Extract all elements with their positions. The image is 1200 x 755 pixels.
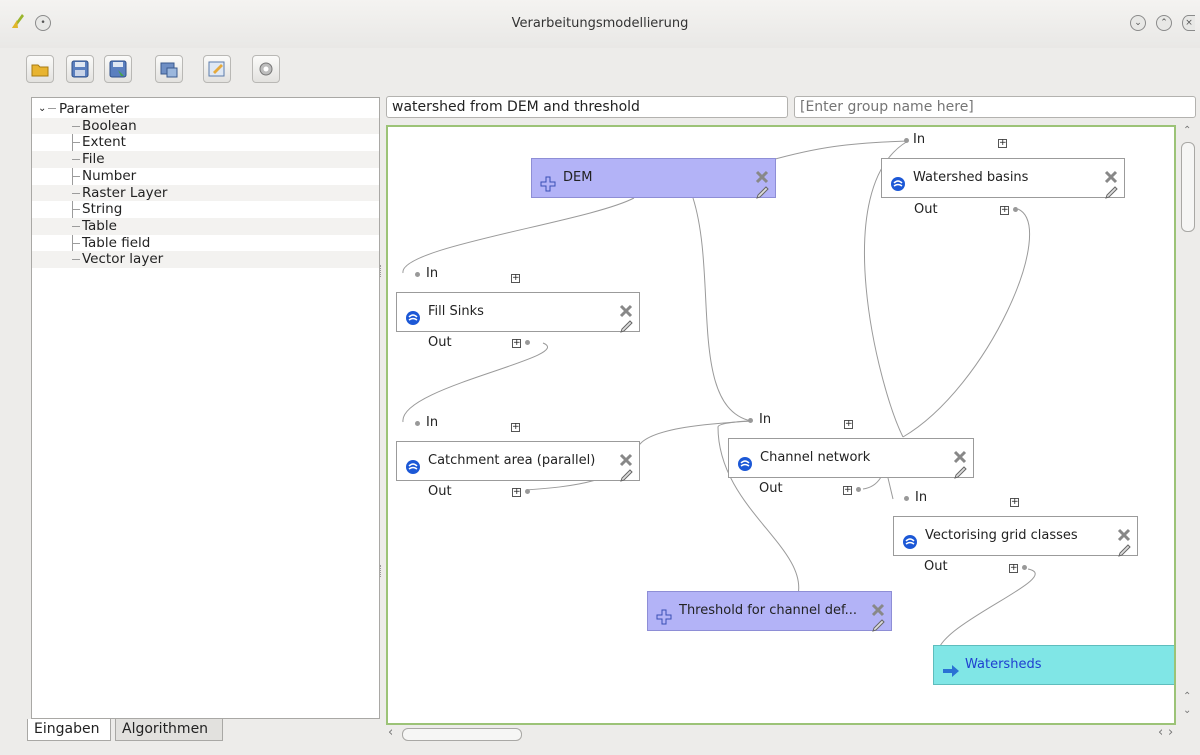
- tree-root-parameter[interactable]: ⌄ Parameter: [32, 101, 379, 118]
- arrow-right-icon: [942, 657, 960, 695]
- edit-help-icon: [208, 61, 225, 77]
- port-out-watershed-basins: Out: [914, 202, 938, 217]
- splitter-handle-lower[interactable]: [380, 565, 383, 577]
- scroll-up-icon[interactable]: ⌃: [1183, 125, 1191, 136]
- port-out-fill-sinks: Out: [428, 335, 452, 350]
- maximize-button[interactable]: ⌃: [1156, 15, 1172, 31]
- parameter-plus-icon: [540, 170, 556, 208]
- expand-out-icon[interactable]: +: [1000, 206, 1009, 215]
- tree-item-table[interactable]: Table: [32, 217, 379, 235]
- vertical-scroll-thumb[interactable]: [1181, 142, 1195, 232]
- saga-icon: [405, 304, 421, 342]
- edit-node-icon[interactable]: [755, 178, 769, 216]
- edit-node-icon[interactable]: [1117, 536, 1131, 574]
- group-name-input[interactable]: [794, 96, 1196, 118]
- parameter-plus-icon: [656, 603, 672, 641]
- edit-node-icon[interactable]: [871, 611, 885, 649]
- export-image-icon: [160, 62, 178, 78]
- port-out-vectorising: Out: [924, 559, 948, 574]
- port-in-watershed-basins: In: [913, 132, 926, 147]
- saga-icon: [890, 170, 906, 208]
- scroll-right-icon[interactable]: ›: [1168, 725, 1173, 740]
- tree-item-vector-layer[interactable]: Vector layer: [32, 251, 379, 268]
- node-dem[interactable]: DEM: [531, 158, 776, 199]
- node-catchment-area[interactable]: Catchment area (parallel): [396, 441, 640, 482]
- expand-in-icon[interactable]: +: [1010, 498, 1019, 507]
- run-model-button[interactable]: [252, 55, 280, 83]
- parameter-tree: ⌄ Parameter Boolean Extent File Number R…: [31, 97, 380, 719]
- scroll-up-icon[interactable]: ⌃: [1183, 691, 1191, 702]
- connection-lines: [402, 140, 1036, 658]
- save-as-icon: [109, 60, 127, 78]
- model-canvas[interactable]: DEM In + Watershed basins Out + In + Fil…: [386, 125, 1176, 725]
- close-button[interactable]: ×: [1182, 15, 1195, 31]
- tree-item-table-field[interactable]: Table field: [32, 235, 379, 252]
- tree-item-raster-layer[interactable]: Raster Layer: [32, 184, 379, 202]
- export-image-button[interactable]: [155, 55, 183, 83]
- title-bar: • Verarbeitungsmodellierung ⌄ ⌃ ×: [0, 0, 1200, 48]
- expand-out-icon[interactable]: +: [1009, 564, 1018, 573]
- port-out-catchment-area: Out: [428, 484, 452, 499]
- horizontal-scrollbar[interactable]: ‹ ‹ ›: [386, 725, 1176, 742]
- tree-item-file[interactable]: File: [32, 151, 379, 168]
- expand-in-icon[interactable]: +: [511, 274, 520, 283]
- edit-node-icon[interactable]: [619, 461, 633, 499]
- run-icon: [259, 62, 273, 76]
- port-out-channel-network: Out: [759, 481, 783, 496]
- vertical-scrollbar[interactable]: ⌃ ⌃ ⌄: [1178, 125, 1198, 725]
- open-folder-icon: [31, 64, 49, 77]
- tab-inputs[interactable]: Eingaben: [27, 719, 111, 741]
- expand-in-icon[interactable]: +: [998, 139, 1007, 148]
- tree-item-number[interactable]: Number: [32, 168, 379, 185]
- scroll-left-icon[interactable]: ‹: [388, 725, 393, 740]
- splitter-handle[interactable]: [380, 265, 383, 277]
- node-watershed-basins[interactable]: Watershed basins: [881, 158, 1125, 199]
- port-in-channel-network: In: [759, 412, 772, 427]
- expand-out-icon[interactable]: +: [843, 486, 852, 495]
- save-model-button[interactable]: [66, 55, 94, 83]
- edit-node-icon[interactable]: [619, 312, 633, 350]
- saga-icon: [737, 450, 753, 488]
- edit-help-button[interactable]: [203, 55, 231, 83]
- saga-icon: [405, 453, 421, 491]
- node-threshold[interactable]: Threshold for channel def...: [647, 591, 892, 632]
- expand-in-icon[interactable]: +: [844, 420, 853, 429]
- port-in-fill-sinks: In: [426, 266, 439, 281]
- tree-item-extent[interactable]: Extent: [32, 134, 379, 151]
- save-as-button[interactable]: [104, 55, 132, 83]
- scroll-down-icon[interactable]: ⌄: [1183, 705, 1191, 716]
- node-vectorising-grid-classes[interactable]: Vectorising grid classes: [893, 516, 1138, 557]
- chevron-down-icon[interactable]: ⌄: [38, 101, 46, 117]
- tree-item-boolean[interactable]: Boolean: [32, 117, 379, 135]
- tab-algorithms[interactable]: Algorithmen: [115, 719, 223, 741]
- window-title: Verarbeitungsmodellierung: [511, 16, 689, 31]
- saga-icon: [902, 528, 918, 566]
- expand-out-icon[interactable]: +: [512, 488, 521, 497]
- node-fill-sinks[interactable]: Fill Sinks: [396, 292, 640, 333]
- edit-node-icon[interactable]: [1104, 178, 1118, 216]
- scroll-left-icon[interactable]: ‹: [1158, 725, 1163, 740]
- horizontal-scroll-thumb[interactable]: [402, 728, 522, 741]
- minimize-button[interactable]: ⌄: [1130, 15, 1146, 31]
- node-watersheds-output[interactable]: Watersheds: [933, 645, 1174, 685]
- edit-node-icon[interactable]: [953, 458, 967, 496]
- port-in-catchment-area: In: [426, 415, 439, 430]
- port-in-vectorising: In: [915, 490, 928, 505]
- expand-out-icon[interactable]: +: [512, 339, 521, 348]
- node-channel-network[interactable]: Channel network: [728, 438, 974, 479]
- model-name-input[interactable]: [386, 96, 788, 118]
- save-icon: [71, 60, 89, 78]
- tree-item-string[interactable]: String: [32, 201, 379, 218]
- open-model-button[interactable]: [26, 55, 54, 83]
- expand-in-icon[interactable]: +: [511, 423, 520, 432]
